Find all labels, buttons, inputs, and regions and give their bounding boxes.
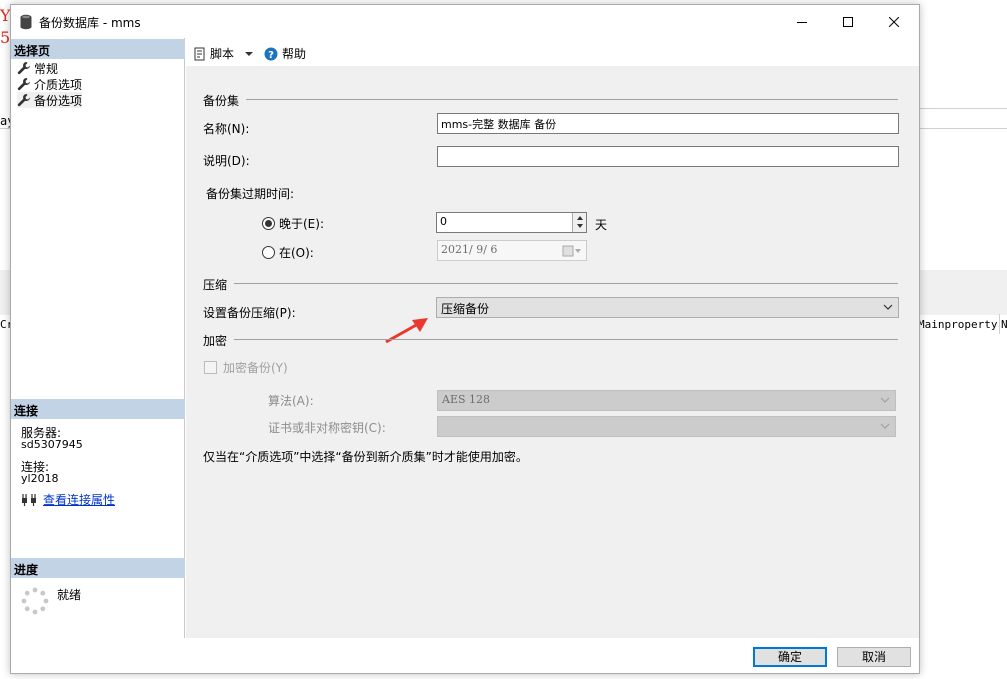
background-column-sep <box>999 314 1000 334</box>
backup-set-section-title: 备份集 <box>203 94 240 108</box>
certificate-select[interactable] <box>437 416 896 437</box>
page-item-backup-options[interactable]: 备份选项 <box>17 92 83 108</box>
svg-text:?: ? <box>268 50 274 61</box>
name-input[interactable]: mms-完整 数据库 备份 <box>437 113 899 134</box>
maximize-button[interactable] <box>825 5 871 38</box>
script-label: 脚本 <box>210 47 235 61</box>
dropdown-arrow-icon[interactable] <box>244 51 254 57</box>
database-icon <box>20 14 32 30</box>
help-label: 帮助 <box>282 47 307 61</box>
toolbar: 脚本 ? 帮助 <box>186 38 919 66</box>
backup-options-panel: 脚本 ? 帮助 备份集 名称(N): mms-完整 数据库 备份 说明(D): … <box>186 38 919 638</box>
compression-select[interactable]: 压缩备份 <box>436 297 899 318</box>
close-icon <box>889 16 899 27</box>
background-divider-right-2 <box>920 128 1007 129</box>
expire-label: 备份集过期时间: <box>206 187 295 201</box>
cancel-button[interactable]: 取消 <box>837 647 911 667</box>
chevron-down-icon <box>880 423 890 429</box>
spinner-up-icon[interactable] <box>573 213 587 222</box>
description-label: 说明(D): <box>203 154 250 168</box>
select-page-header: 选择页 <box>11 39 185 59</box>
chevron-down-icon <box>880 397 890 403</box>
compression-divider <box>234 283 898 284</box>
compression-section-title: 压缩 <box>203 278 228 292</box>
minimize-icon <box>797 21 807 23</box>
connection-header: 连接 <box>11 399 185 419</box>
backup-set-divider <box>246 99 898 100</box>
progress-header: 进度 <box>11 558 185 578</box>
page-item-label: 介质选项 <box>34 77 83 92</box>
background-strip-left <box>0 270 10 315</box>
algorithm-select[interactable]: AES 128 <box>437 390 896 411</box>
background-divider-right <box>920 108 1007 109</box>
expire-date-value: 2021/ 9/ 6 <box>441 243 498 256</box>
background-text-cr: Cr <box>0 318 10 331</box>
expire-days-spinner[interactable] <box>572 213 586 232</box>
left-pane: 选择页 常规 介质选项 备份选项 连接 服务器: sd5307945 连接: y… <box>11 38 185 638</box>
compression-label: 设置备份压缩(P): <box>203 306 296 320</box>
expire-after-label: 晚于(E): <box>279 217 324 231</box>
view-connection-properties[interactable]: 查看连接属性 <box>21 494 115 506</box>
description-input[interactable] <box>437 146 899 167</box>
expire-days-input[interactable]: 0 <box>436 212 587 233</box>
view-connection-properties-link[interactable]: 查看连接属性 <box>43 494 115 506</box>
checkbox-box <box>204 361 217 374</box>
page-item-media-options[interactable]: 介质选项 <box>17 76 82 92</box>
page-item-label: 备份选项 <box>34 93 83 108</box>
expire-date-picker[interactable]: 2021/ 9/ 6 <box>437 240 587 261</box>
window-title: 备份数据库 - mms <box>39 16 141 30</box>
algorithm-label: 算法(A): <box>268 394 314 408</box>
progress-spinner-icon <box>21 587 49 615</box>
background-text-ay: ay <box>0 114 10 128</box>
encrypt-backup-label: 加密备份(Y) <box>223 361 288 375</box>
algorithm-value: AES 128 <box>442 393 491 406</box>
page-item-label: 常规 <box>34 61 59 76</box>
radio-circle <box>262 246 275 259</box>
encrypt-backup-checkbox[interactable]: 加密备份(Y) <box>204 359 288 376</box>
page-item-general[interactable]: 常规 <box>17 60 58 76</box>
encryption-section-title: 加密 <box>203 334 228 348</box>
close-button[interactable] <box>871 5 917 38</box>
expire-on-label: 在(O): <box>279 246 314 260</box>
chevron-down-icon <box>883 304 893 310</box>
connection-properties-icon <box>22 494 36 506</box>
background-divider <box>0 128 10 129</box>
help-icon: ? <box>264 47 278 61</box>
script-icon <box>194 47 205 60</box>
minimize-button[interactable] <box>779 5 825 38</box>
expire-after-radio[interactable]: 晚于(E): <box>262 215 324 232</box>
radio-circle <box>262 217 275 230</box>
annotation-arrow-icon <box>385 318 428 344</box>
wrench-icon <box>17 62 30 75</box>
maximize-icon <box>843 16 853 27</box>
connection-value: yl2018 <box>21 472 59 485</box>
backup-database-dialog: 备份数据库 - mms 选择页 常规 介质选项 备份选项 连接 服务器: sd5… <box>10 4 920 674</box>
server-value: sd5307945 <box>21 438 83 451</box>
certificate-label: 证书或非对称密钥(C): <box>268 421 386 435</box>
progress-status: 就绪 <box>57 588 82 602</box>
wrench-icon <box>17 94 30 107</box>
compression-value: 压缩备份 <box>441 302 490 316</box>
encryption-divider <box>234 339 898 340</box>
title-bar[interactable]: 备份数据库 - mms <box>11 5 919 38</box>
ok-button[interactable]: 确定 <box>753 647 827 667</box>
spinner-down-icon[interactable] <box>573 222 587 231</box>
wrench-icon <box>17 78 30 91</box>
script-button[interactable]: 脚本 <box>194 45 254 62</box>
expire-on-radio[interactable]: 在(O): <box>262 244 314 261</box>
background-strip-right <box>920 270 1007 315</box>
background-column-extra: N <box>1001 318 1007 331</box>
calendar-icon[interactable] <box>562 245 582 257</box>
name-label: 名称(N): <box>203 122 250 136</box>
encryption-note: 仅当在“介质选项”中选择“备份到新介质集”时才能使用加密。 <box>203 450 528 464</box>
expire-days-unit: 天 <box>595 218 608 232</box>
background-column-header: Mainproperty <box>918 318 998 331</box>
help-button[interactable]: ? 帮助 <box>264 45 306 62</box>
